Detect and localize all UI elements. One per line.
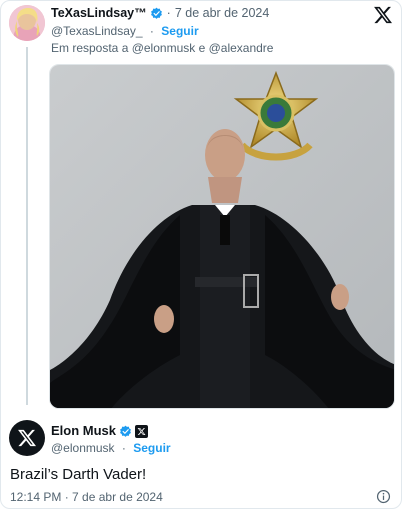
avatar-texaslindsay[interactable]: [9, 5, 45, 41]
reply-handle[interactable]: @elonmusk: [51, 441, 115, 455]
separator-dot: ·: [149, 24, 154, 38]
tweet-card: TeXasLindsay™ · 7 de abr de 2024 @TexasL…: [0, 0, 402, 509]
follow-button[interactable]: Seguir: [133, 441, 170, 455]
x-logo-icon: [18, 429, 37, 447]
reply-tweet: Elon Musk @elonmusk · Seguir Brazil’s Da…: [1, 414, 401, 508]
parent-author-row: TeXasLindsay™ · 7 de abr de 2024: [51, 5, 269, 21]
parent-handle[interactable]: @TexasLindsay_: [51, 24, 143, 38]
parent-tweet: TeXasLindsay™ · 7 de abr de 2024 @TexasL…: [1, 1, 401, 414]
verified-badge-icon: [150, 7, 162, 19]
reply-handle-row: @elonmusk · Seguir: [51, 440, 171, 456]
avatar-elonmusk[interactable]: [9, 420, 45, 456]
verified-badge-icon: [120, 425, 131, 437]
parent-handle-row: @TexasLindsay_ · Seguir: [51, 23, 199, 39]
follow-button[interactable]: Seguir: [161, 24, 198, 38]
x-affiliate-badge-icon: [135, 424, 149, 438]
tweet-media-image[interactable]: [49, 64, 395, 409]
parent-timestamp[interactable]: 7 de abr de 2024: [175, 5, 270, 21]
reply-author-row: Elon Musk: [51, 423, 149, 439]
parent-display-name[interactable]: TeXasLindsay™: [51, 5, 147, 21]
info-icon[interactable]: [376, 489, 391, 504]
reply-context[interactable]: Em resposta a @elonmusk e @alexandre: [51, 40, 273, 56]
reply-timestamp[interactable]: 12:14 PM · 7 de abr de 2024: [10, 489, 163, 505]
separator-dot: ·: [121, 441, 126, 455]
tweet-text: Brazil’s Darth Vader!: [10, 466, 147, 483]
reply-display-name[interactable]: Elon Musk: [51, 423, 116, 439]
thread-connector-line: [26, 47, 28, 405]
separator-dot: ·: [166, 6, 171, 20]
x-logo-icon[interactable]: [373, 5, 393, 25]
